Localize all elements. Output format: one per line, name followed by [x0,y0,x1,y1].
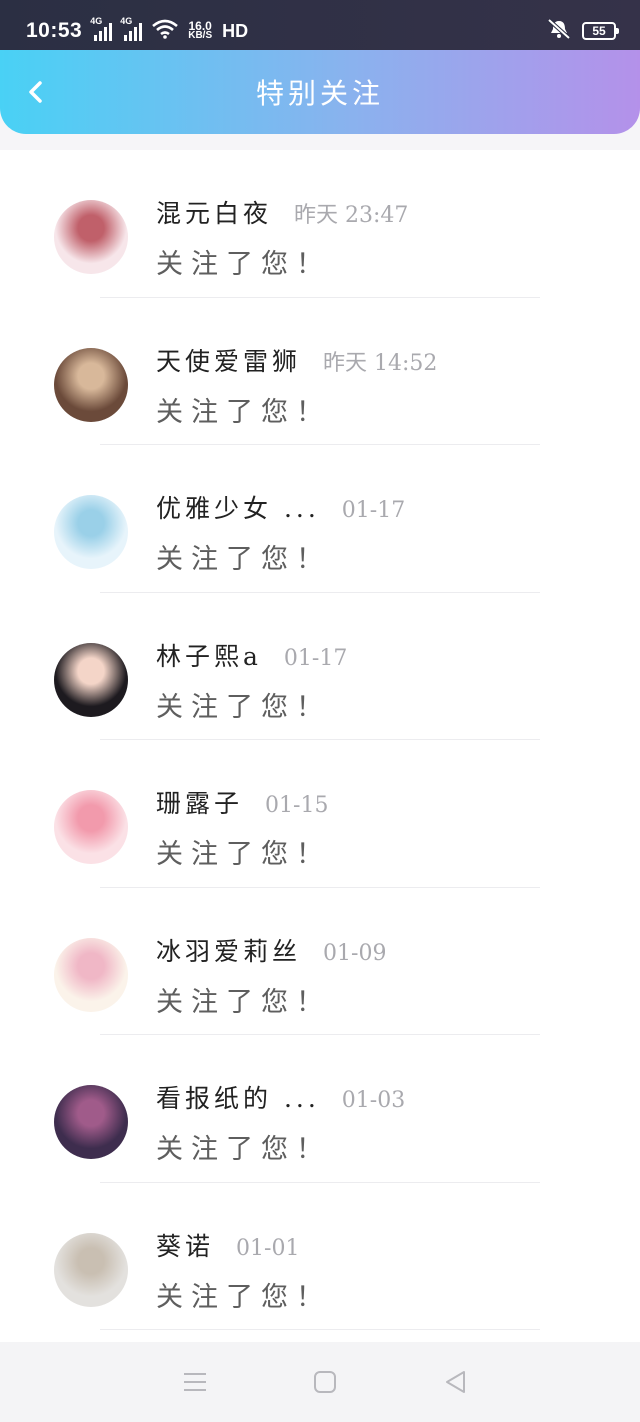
signal-icon: 4G [90,16,113,41]
name-line: 天使爱雷狮 昨天 14:52 [156,342,437,378]
user-name[interactable]: 冰羽爱莉丝 [156,932,301,968]
divider [100,1329,540,1330]
timestamp: 01-17 [341,498,406,523]
status-time: 10:53 [26,19,83,42]
wifi-icon [152,19,179,44]
home-button[interactable] [305,1362,345,1402]
chevron-left-icon [29,81,42,103]
notification-message: 关注了您！ [156,396,331,428]
user-name[interactable]: 看报纸的 ... [156,1079,320,1115]
network-speed: 16.0 KB/S [188,20,213,41]
name-line: 珊露子 01-15 [156,784,328,820]
name-line: 优雅少女 ... 01-17 [156,489,405,525]
name-line: 看报纸的 ... 01-03 [156,1079,405,1115]
avatar[interactable] [54,347,128,422]
name-line: 冰羽爱莉丝 01-09 [156,932,386,968]
list-item[interactable]: 看报纸的 ... 01-03 关注了您！ [0,1035,640,1183]
system-back-button[interactable] [435,1362,475,1402]
battery-level: 55 [592,24,606,38]
list-item[interactable]: 葵诺 01-01 关注了您！ [0,1183,640,1330]
name-line: 葵诺 01-01 [156,1227,299,1263]
avatar[interactable] [54,790,128,864]
menu-icon [184,1373,206,1391]
page-title: 特别关注 [255,77,384,110]
menu-button[interactable] [175,1362,215,1402]
network-type-label: 4G [90,16,103,26]
battery-icon: 55 [582,22,619,40]
user-name[interactable]: 葵诺 [156,1227,214,1263]
signal-icon: 4G [120,16,143,41]
notification-message: 关注了您！ [156,1281,331,1313]
list-item[interactable]: 优雅少女 ... 01-17 关注了您！ [0,445,640,593]
avatar[interactable] [54,200,128,274]
notification-message: 关注了您！ [156,986,331,1018]
user-name[interactable]: 优雅少女 ... [156,489,320,525]
follow-notification-list: 混元白夜 昨天 23:47 关注了您！ 天使爱雷狮 昨天 14:52 关注了您！ 优雅少女 … [0,150,640,1342]
name-line: 混元白夜 昨天 23:47 [156,194,408,230]
avatar[interactable] [54,1232,128,1307]
notification-message: 关注了您！ [156,544,331,575]
mute-icon [546,18,572,45]
list-item[interactable]: 冰羽爱莉丝 01-09 关注了您！ [0,888,640,1035]
speed-unit: KB/S [188,30,213,41]
hd-indicator: HD [222,20,249,41]
list-item[interactable]: 珊露子 01-15 关注了您！ [0,740,640,888]
user-name[interactable]: 林子熙a [156,637,262,673]
list-item[interactable]: 林子熙a 01-17 关注了您！ [0,593,640,740]
user-name[interactable]: 天使爱雷狮 [156,342,301,378]
notification-message: 关注了您！ [156,1134,331,1165]
avatar[interactable] [54,937,128,1012]
user-name[interactable]: 珊露子 [156,784,243,820]
timestamp: 01-17 [283,645,348,671]
list-item[interactable]: 天使爱雷狮 昨天 14:52 关注了您！ [0,298,640,445]
back-button[interactable] [18,74,54,110]
notification-message: 关注了您！ [156,249,331,280]
timestamp: 01-03 [341,1088,406,1113]
notification-message: 关注了您！ [156,839,331,870]
timestamp: 01-15 [265,793,329,818]
app-header: 特别关注 [0,50,640,134]
list-item[interactable]: 混元白夜 昨天 23:47 关注了您！ [0,150,640,298]
back-triangle-icon [446,1371,465,1393]
user-name[interactable]: 混元白夜 [156,194,272,230]
network-type-label: 4G [120,16,133,26]
system-nav-bar [0,1342,640,1422]
avatar[interactable] [54,495,128,569]
home-square-icon [314,1371,336,1393]
timestamp: 昨天 23:47 [294,203,409,228]
notification-message: 关注了您！ [156,691,331,723]
timestamp: 昨天 14:52 [323,350,438,376]
avatar[interactable] [54,642,128,717]
avatar[interactable] [54,1085,128,1159]
name-line: 林子熙a 01-17 [156,637,347,673]
timestamp: 01-09 [323,940,387,966]
timestamp: 01-01 [236,1235,300,1261]
